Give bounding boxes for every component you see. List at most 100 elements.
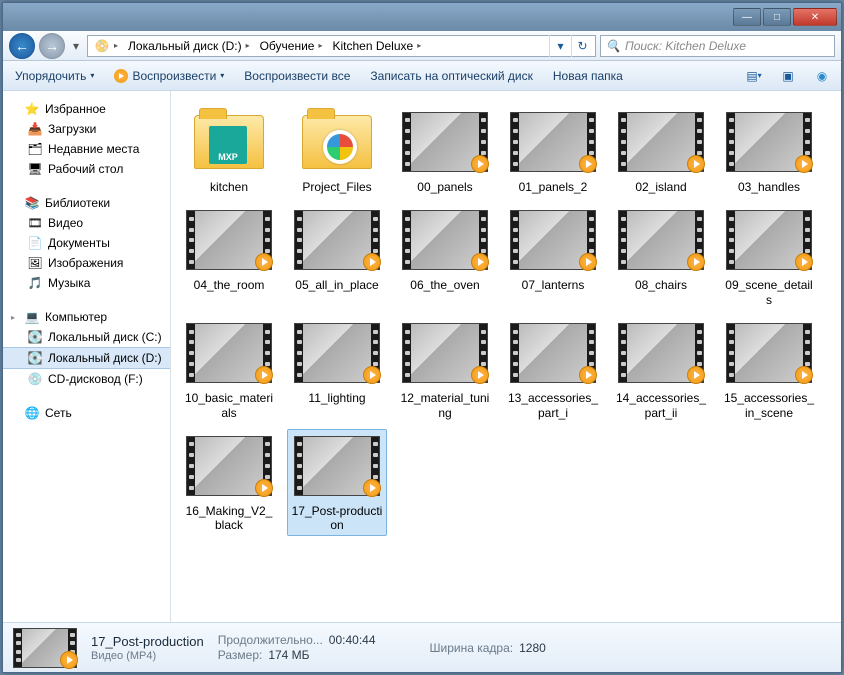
sidebar-item-docs[interactable]: 📄Документы — [3, 233, 170, 253]
folder-tile[interactable]: Project_Files — [287, 105, 387, 197]
tile-label: 15_accessories_in_scene — [721, 390, 817, 421]
organize-menu[interactable]: Упорядочить ▾ — [11, 67, 98, 85]
tile-label: 00_panels — [415, 179, 474, 195]
video-tile[interactable]: 07_lanterns — [503, 203, 603, 310]
back-button[interactable]: ← — [9, 33, 35, 59]
details-filetype: Видео (MP4) — [91, 650, 204, 662]
tile-label: 17_Post-production — [289, 503, 385, 534]
sidebar-item-recent[interactable]: 🗂Недавние места — [3, 139, 170, 159]
tile-label: kitchen — [208, 179, 250, 195]
sidebar-item-images[interactable]: 🖼Изображения — [3, 253, 170, 273]
drive-icon: 💽 — [27, 350, 43, 366]
play-overlay-icon — [795, 155, 813, 173]
play-overlay-icon — [579, 155, 597, 173]
minimize-button[interactable]: — — [733, 8, 761, 26]
sidebar-item-downloads[interactable]: 📥Загрузки — [3, 119, 170, 139]
tile-label: 03_handles — [736, 179, 802, 195]
libraries-icon: 📚 — [24, 195, 40, 211]
sidebar-item-cd[interactable]: 💿CD-дисковод (F:) — [3, 369, 170, 389]
sidebar-libraries[interactable]: 📚Библиотеки — [3, 193, 170, 213]
navbar: ← → ▾ 📀▸ Локальный диск (D:)▸ Обучение▸ … — [3, 31, 841, 61]
video-tile[interactable]: 12_material_tuning — [395, 316, 495, 423]
sidebar-item-video[interactable]: 🎞Видео — [3, 213, 170, 233]
tile-label: 01_panels_2 — [517, 179, 590, 195]
video-tile[interactable]: 02_island — [611, 105, 711, 197]
desktop-icon: 🖥 — [27, 161, 43, 177]
address-dropdown-icon[interactable]: ▾ — [549, 35, 571, 57]
tile-label: 06_the_oven — [408, 277, 481, 293]
details-thumbnail — [13, 628, 77, 668]
folder-tile[interactable]: MXPkitchen — [179, 105, 279, 197]
nav-pane: ⭐Избранное 📥Загрузки 🗂Недавние места 🖥Ра… — [3, 91, 171, 622]
video-tile[interactable]: 09_scene_details — [719, 203, 819, 310]
video-icon: 🎞 — [27, 215, 43, 231]
refresh-button[interactable]: ↻ — [571, 35, 593, 57]
tile-label: 05_all_in_place — [293, 277, 380, 293]
cd-icon: 💿 — [27, 371, 43, 387]
preview-pane-button[interactable]: ▣ — [777, 65, 799, 87]
recent-icon: 🗂 — [27, 141, 43, 157]
file-grid[interactable]: MXPkitchen Project_Files 00_panels 01_panel… — [171, 91, 841, 622]
tile-label: 08_chairs — [633, 277, 689, 293]
forward-button[interactable]: → — [39, 33, 65, 59]
sidebar-favorites[interactable]: ⭐Избранное — [3, 99, 170, 119]
burn-button[interactable]: Записать на оптический диск — [366, 67, 537, 85]
play-overlay-icon — [255, 479, 273, 497]
play-button[interactable]: Воспроизвести ▾ — [110, 67, 228, 85]
address-bar[interactable]: 📀▸ Локальный диск (D:)▸ Обучение▸ Kitche… — [87, 35, 596, 57]
network-icon: 🌐 — [24, 405, 40, 421]
view-options-button[interactable]: ▤ ▾ — [743, 65, 765, 87]
help-button[interactable]: ◉ — [811, 65, 833, 87]
image-icon: 🖼 — [27, 255, 43, 271]
video-tile[interactable]: 13_accessories_part_i — [503, 316, 603, 423]
sidebar-item-desktop[interactable]: 🖥Рабочий стол — [3, 159, 170, 179]
drive-icon: 💽 — [27, 329, 43, 345]
play-overlay-icon — [471, 155, 489, 173]
new-folder-button[interactable]: Новая папка — [549, 67, 627, 85]
video-tile[interactable]: 05_all_in_place — [287, 203, 387, 310]
video-tile[interactable]: 11_lighting — [287, 316, 387, 423]
maximize-button[interactable]: □ — [763, 8, 791, 26]
play-overlay-icon — [60, 651, 78, 669]
sidebar-computer[interactable]: ▸💻Компьютер — [3, 307, 170, 327]
play-overlay-icon — [687, 155, 705, 173]
video-tile[interactable]: 03_handles — [719, 105, 819, 197]
close-button[interactable]: ✕ — [793, 8, 837, 26]
tile-label: 11_lighting — [306, 390, 367, 406]
tile-label: 02_island — [633, 179, 688, 195]
video-tile[interactable]: 15_accessories_in_scene — [719, 316, 819, 423]
sidebar-item-drive-d[interactable]: 💽Локальный диск (D:) — [3, 347, 170, 369]
tile-label: 13_accessories_part_i — [505, 390, 601, 421]
music-icon: 🎵 — [27, 275, 43, 291]
tile-label: 04_the_room — [192, 277, 267, 293]
titlebar[interactable]: — □ ✕ — [3, 3, 841, 31]
sidebar-network[interactable]: 🌐Сеть — [3, 403, 170, 423]
play-all-button[interactable]: Воспроизвести все — [240, 67, 354, 85]
toolbar: Упорядочить ▾ Воспроизвести ▾ Воспроизве… — [3, 61, 841, 91]
search-input[interactable]: 🔍 Поиск: Kitchen Deluxe — [600, 35, 835, 57]
tile-label: 09_scene_details — [721, 277, 817, 308]
tile-label: Project_Files — [300, 179, 373, 195]
explorer-window: — □ ✕ ← → ▾ 📀▸ Локальный диск (D:)▸ Обуч… — [2, 2, 842, 673]
video-tile[interactable]: 01_panels_2 — [503, 105, 603, 197]
breadcrumb-seg[interactable]: Kitchen Deluxe▸ — [328, 39, 427, 53]
star-icon: ⭐ — [24, 101, 40, 117]
drive-icon: 📀 — [94, 38, 110, 54]
video-tile[interactable]: 08_chairs — [611, 203, 711, 310]
video-tile[interactable]: 04_the_room — [179, 203, 279, 310]
video-tile[interactable]: 00_panels — [395, 105, 495, 197]
sidebar-item-music[interactable]: 🎵Музыка — [3, 273, 170, 293]
breadcrumb-seg[interactable]: Обучение▸ — [256, 39, 329, 53]
details-pane: 17_Post-production Видео (MP4) Продолжит… — [3, 622, 841, 672]
video-tile[interactable]: 17_Post-production — [287, 429, 387, 536]
video-tile[interactable]: 16_Making_V2_black — [179, 429, 279, 536]
tile-label: 12_material_tuning — [397, 390, 493, 421]
details-filename: 17_Post-production — [91, 634, 204, 649]
video-tile[interactable]: 10_basic_materials — [179, 316, 279, 423]
doc-icon: 📄 — [27, 235, 43, 251]
sidebar-item-drive-c[interactable]: 💽Локальный диск (C:) — [3, 327, 170, 347]
nav-history-dropdown[interactable]: ▾ — [69, 34, 83, 58]
video-tile[interactable]: 14_accessories_part_ii — [611, 316, 711, 423]
breadcrumb-seg[interactable]: Локальный диск (D:)▸ — [124, 39, 256, 53]
video-tile[interactable]: 06_the_oven — [395, 203, 495, 310]
